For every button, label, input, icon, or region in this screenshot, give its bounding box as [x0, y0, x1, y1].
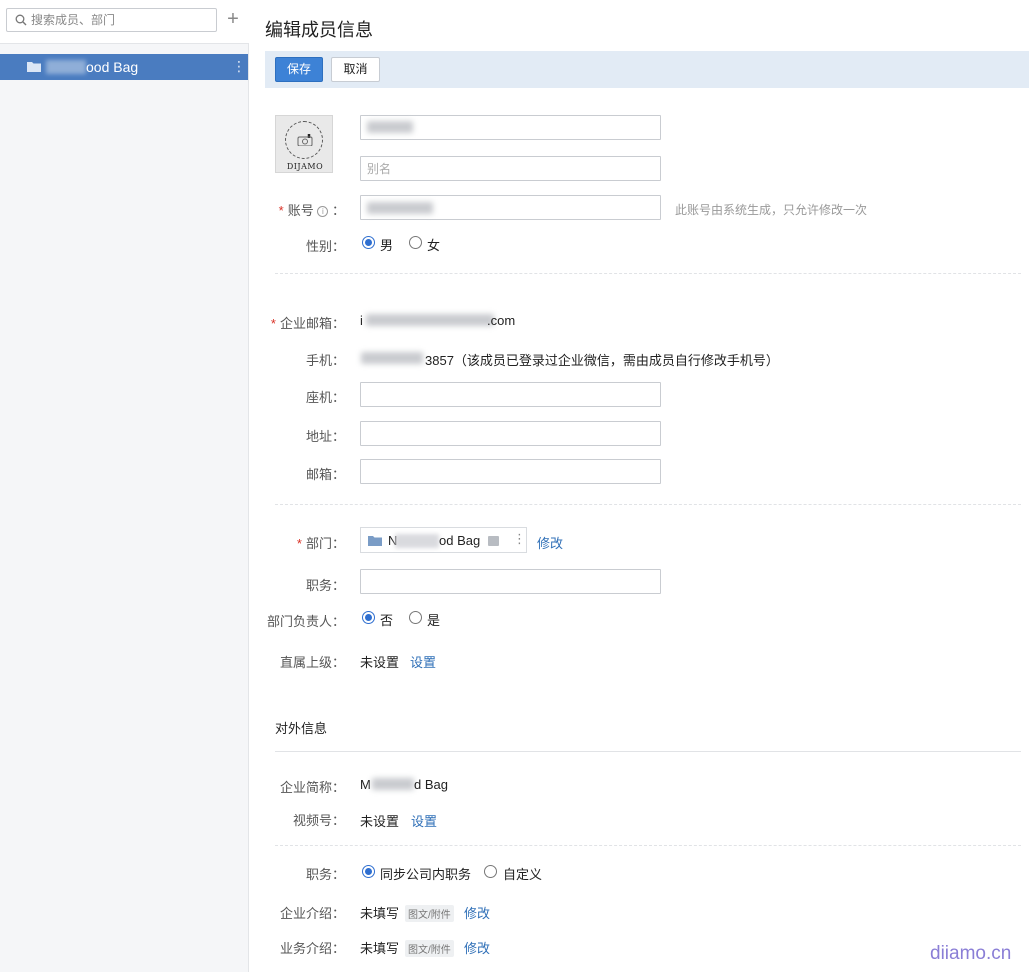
blurred-text	[46, 60, 86, 74]
folder-icon	[27, 62, 41, 72]
main-panel: 编辑成员信息 保存 取消 DIJAMO *账号 i ： 此账号由系统生成，只允许…	[249, 0, 1035, 972]
leader-radio-yes[interactable]	[409, 611, 422, 624]
email-prefix: i	[360, 313, 363, 328]
intro-label: 企业介绍：	[279, 906, 345, 921]
phone-value: 3857（该成员已登录过企业微信，需由成员自行修改手机号）	[425, 353, 779, 368]
position-radio-sync[interactable]	[362, 865, 375, 878]
address-field[interactable]	[360, 421, 661, 446]
info-icon[interactable]: i	[317, 206, 329, 217]
section-divider	[275, 273, 1021, 274]
position-option-sync: 同步公司内职务	[380, 867, 472, 882]
intro-value: 未填写	[360, 906, 400, 921]
blurred-account	[367, 202, 433, 214]
gender-radio-female[interactable]	[409, 236, 422, 249]
channel-value: 未设置	[360, 814, 400, 829]
gender-option-male: 男	[380, 238, 394, 253]
search-box[interactable]	[6, 8, 217, 32]
company-suffix: d Bag	[414, 777, 448, 792]
position-radio-custom[interactable]	[484, 865, 497, 878]
business-value: 未填写	[360, 941, 400, 956]
section-divider	[275, 845, 1021, 846]
avatar-brand: DIJAMO	[286, 162, 324, 171]
position-option-custom: 自定义	[503, 867, 543, 882]
phone-label: 手机：	[305, 353, 345, 368]
job-title-field[interactable]	[360, 569, 661, 594]
folder-icon	[368, 536, 382, 546]
department-suffix: od Bag	[439, 533, 481, 548]
app-window: + ood Bag ⋮ 编辑成员信息 保存 取消 DIJAMO	[0, 0, 1035, 972]
sidebar: + ood Bag ⋮	[0, 0, 249, 972]
channel-label: 视频号：	[292, 813, 345, 828]
external-section-title: 对外信息	[275, 721, 328, 736]
leader-radio-no[interactable]	[362, 611, 375, 624]
superior-label: 直属上级：	[279, 655, 345, 670]
gender-label: 性别：	[305, 239, 345, 254]
gender-radio-male[interactable]	[362, 236, 375, 249]
position-label: 职务：	[305, 867, 345, 882]
watermark: diiamo.cn	[930, 943, 1012, 964]
blurred-phone	[361, 352, 423, 364]
department-modify-link[interactable]: 修改	[537, 533, 563, 552]
tag-icon	[488, 536, 499, 546]
section-divider	[275, 751, 1021, 752]
section-divider	[275, 504, 1021, 505]
page-title: 编辑成员信息	[265, 20, 373, 40]
landline-field[interactable]	[360, 382, 661, 407]
save-button[interactable]: 保存	[275, 57, 323, 82]
email-label: * 企业邮箱：	[270, 316, 345, 331]
toolbar: 保存 取消	[265, 51, 1029, 88]
superior-value: 未设置	[360, 655, 400, 670]
search-row: +	[0, 0, 249, 44]
department-label: * 部门：	[296, 536, 345, 551]
mailbox-label: 邮箱：	[305, 467, 345, 482]
avatar[interactable]: DIJAMO	[275, 115, 333, 173]
gender-option-female: 女	[427, 238, 441, 253]
blurred-department	[395, 534, 439, 548]
business-label: 业务介绍：	[279, 941, 345, 956]
account-label: * 账号 i ：	[278, 203, 345, 218]
leader-option-no: 否	[380, 613, 394, 628]
plus-icon[interactable]: +	[225, 9, 241, 30]
job-title-label: 职务：	[305, 578, 345, 593]
search-input[interactable]	[31, 11, 211, 29]
business-badge: 图文/附件	[405, 940, 454, 957]
cancel-button[interactable]: 取消	[331, 57, 380, 82]
landline-label: 座机：	[305, 390, 345, 405]
company-prefix: M	[360, 777, 371, 792]
more-icon[interactable]: ⋮	[232, 58, 246, 74]
camera-icon	[297, 134, 313, 146]
intro-modify-link[interactable]: 修改	[464, 903, 490, 922]
leader-option-yes: 是	[427, 613, 441, 628]
search-icon	[15, 14, 27, 26]
blurred-email	[366, 314, 494, 326]
sidebar-item-label: ood Bag	[86, 59, 139, 75]
account-hint: 此账号由系统生成，只允许修改一次	[675, 203, 868, 217]
email-value: .com	[487, 313, 516, 328]
blurred-name	[367, 121, 413, 133]
intro-badge: 图文/附件	[405, 905, 454, 922]
alias-field[interactable]	[360, 156, 661, 181]
channel-set-link[interactable]: 设置	[411, 811, 437, 830]
department-chip[interactable]: N od Bag ⋮	[360, 527, 527, 553]
company-label: 企业简称：	[279, 780, 345, 795]
address-label: 地址：	[305, 429, 345, 444]
sidebar-item-department[interactable]: ood Bag ⋮	[0, 54, 248, 80]
leader-label: 部门负责人：	[266, 614, 345, 629]
blurred-company	[372, 778, 414, 790]
mailbox-field[interactable]	[360, 459, 661, 484]
superior-set-link[interactable]: 设置	[410, 652, 436, 671]
business-modify-link[interactable]: 修改	[464, 938, 490, 957]
more-icon[interactable]: ⋮	[513, 531, 526, 547]
